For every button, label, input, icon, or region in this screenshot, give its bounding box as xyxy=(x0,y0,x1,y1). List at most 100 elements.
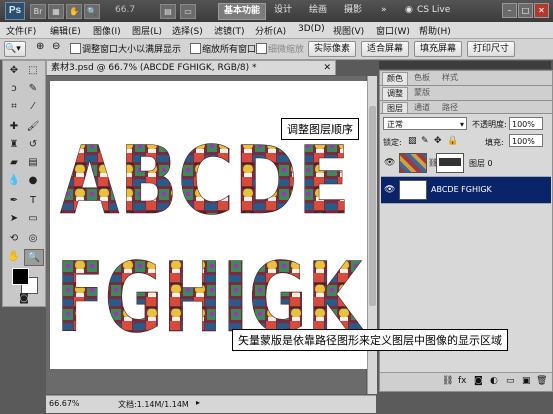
tool-preset-picker[interactable]: 🔍▾ xyxy=(4,41,26,57)
menu-3d[interactable]: 3D(D) xyxy=(298,24,325,34)
pen-tool-icon[interactable]: ✒ xyxy=(5,193,23,208)
opacity-field[interactable]: 100% xyxy=(509,117,543,130)
cslive-label[interactable]: CS Live xyxy=(412,3,455,18)
lasso-tool-icon[interactable]: ↄ xyxy=(5,81,23,96)
resize-windows-checkbox[interactable] xyxy=(70,43,81,54)
visibility-eye-icon[interactable]: 👁 xyxy=(384,185,395,195)
quick-mask-icon[interactable]: ◙ xyxy=(15,291,33,306)
document-title: 素材3.psd @ 66.7% (ABCDE FGHIGK, RGB/8) * xyxy=(51,63,257,73)
menu-analysis[interactable]: 分析(A) xyxy=(255,24,286,37)
title-bar: Ps Br ▦ ✋ 🔍 66.7 ▤ ▭ 基本功能 设计 绘画 摄影 » ◉ C… xyxy=(0,0,553,22)
new-layer-icon[interactable]: ▣ xyxy=(522,376,531,386)
brush-tool-icon[interactable]: 🖌 xyxy=(24,119,42,134)
visibility-eye-icon[interactable]: 👁 xyxy=(384,158,395,168)
lock-image-icon[interactable]: ✎ xyxy=(421,136,429,146)
adjustment-layer-icon[interactable]: ◐ xyxy=(490,376,498,386)
lock-all-icon[interactable]: 🔒 xyxy=(447,136,458,146)
menu-bar: 文件(F) 编辑(E) 图像(I) 图层(L) 选择(S) 滤镜(T) 分析(A… xyxy=(0,22,553,39)
zoom-icon[interactable]: 🔍 xyxy=(84,4,100,19)
new-group-icon[interactable]: ▭ xyxy=(506,376,515,386)
options-bar: 🔍▾ ⊕ ⊖ 调整窗口大小以满屏显示 缩放所有窗口 细微缩放 实际像素 适合屏幕… xyxy=(0,39,553,60)
document-tab[interactable]: 素材3.psd @ 66.7% (ABCDE FGHIGK, RGB/8) * … xyxy=(46,60,336,75)
layer-name[interactable]: ABCDE FGHIGK xyxy=(431,185,492,194)
layer-row-text[interactable]: 👁 ABCDE FGHIGK xyxy=(381,177,551,204)
menu-window[interactable]: 窗口(W) xyxy=(376,24,410,37)
workspace-essentials-button[interactable]: 基本功能 xyxy=(218,3,267,20)
workspace-design-button[interactable]: 设计 xyxy=(269,3,297,18)
path-select-tool-icon[interactable]: ➤ xyxy=(5,211,23,226)
type-tool-icon[interactable]: T xyxy=(24,193,42,208)
foreground-color-swatch[interactable] xyxy=(12,268,29,285)
zoom-all-windows-label: 缩放所有窗口 xyxy=(202,45,257,55)
tab-adjustments[interactable]: 调整 xyxy=(382,87,408,100)
fill-screen-button[interactable]: 填充屏幕 xyxy=(414,41,463,57)
quick-select-tool-icon[interactable]: ✎ xyxy=(24,81,42,96)
add-mask-icon[interactable]: ◙ xyxy=(474,376,483,386)
zoom-in-icon[interactable]: ⊕ xyxy=(36,41,44,52)
3d-orbit-tool-icon[interactable]: ◎ xyxy=(24,231,42,246)
bridge-icon[interactable]: Br xyxy=(30,4,46,19)
scrubby-zoom-checkbox[interactable] xyxy=(256,43,267,54)
mask-shape xyxy=(439,158,461,166)
minibridge-icon[interactable]: ▦ xyxy=(48,4,64,19)
arrange-documents-icon[interactable]: ▤ xyxy=(160,4,176,19)
link-layers-icon[interactable]: ⛓ xyxy=(442,376,453,386)
menu-help[interactable]: 帮助(H) xyxy=(419,24,451,37)
zoom-level[interactable]: 66.7 xyxy=(115,4,155,17)
gradient-tool-icon[interactable]: ▤ xyxy=(24,155,42,170)
hand-icon[interactable]: ✋ xyxy=(66,4,82,19)
tab-swatches[interactable]: 色板 xyxy=(410,72,434,84)
crop-tool-icon[interactable]: ⌗ xyxy=(5,99,23,114)
workspace-photography-button[interactable]: 摄影 xyxy=(339,3,367,18)
menu-file[interactable]: 文件(F) xyxy=(6,24,36,37)
menu-edit[interactable]: 编辑(E) xyxy=(50,24,81,37)
lock-transparent-icon[interactable]: ▨ xyxy=(408,136,417,146)
hand-tool-icon[interactable]: ✋ xyxy=(5,249,23,264)
panel-collapse-bar[interactable] xyxy=(379,61,551,69)
maximize-icon[interactable]: □ xyxy=(518,3,533,18)
clone-stamp-tool-icon[interactable]: ♜ xyxy=(5,137,23,152)
zoom-out-icon[interactable]: ⊖ xyxy=(52,41,60,52)
eraser-tool-icon[interactable]: ▰ xyxy=(5,155,23,170)
layer-style-icon[interactable]: fx xyxy=(458,376,467,386)
move-tool-icon[interactable]: ✥ xyxy=(5,63,23,78)
layer-row-layer0[interactable]: 👁 ⛓ 图层 0 xyxy=(381,150,551,177)
eyedropper-tool-icon[interactable]: ⁄ xyxy=(24,99,42,114)
shape-tool-icon[interactable]: ▭ xyxy=(24,211,42,226)
dodge-tool-icon[interactable]: ● xyxy=(24,173,42,188)
menu-select[interactable]: 选择(S) xyxy=(172,24,203,37)
fill-field[interactable]: 100% xyxy=(509,134,543,147)
marquee-tool-icon[interactable]: ⬚ xyxy=(24,63,42,78)
history-brush-tool-icon[interactable]: ↺ xyxy=(24,137,42,152)
healing-brush-tool-icon[interactable]: ✚ xyxy=(5,119,23,134)
close-document-icon[interactable]: ✕ xyxy=(323,61,331,76)
layer-mask-thumbnail[interactable] xyxy=(436,153,464,173)
lock-position-icon[interactable]: ✥ xyxy=(434,136,442,146)
fit-screen-button[interactable]: 适合屏幕 xyxy=(361,41,410,57)
workspace-painting-button[interactable]: 绘画 xyxy=(304,3,332,18)
screen-mode-icon[interactable]: ▭ xyxy=(180,4,196,19)
callout-vector-mask: 矢量蒙版是依靠路径图形来定义图层中图像的显示区域 xyxy=(232,329,508,351)
workspace-more-button[interactable]: » xyxy=(376,3,392,18)
close-icon[interactable]: ✕ xyxy=(534,3,549,18)
3d-rotate-tool-icon[interactable]: ⟲ xyxy=(5,231,23,246)
tab-color[interactable]: 颜色 xyxy=(382,72,408,85)
tab-masks[interactable]: 蒙版 xyxy=(410,87,434,99)
menu-image[interactable]: 图像(I) xyxy=(93,24,121,37)
tab-styles[interactable]: 样式 xyxy=(438,72,462,84)
status-zoom[interactable]: 66.67% xyxy=(49,399,80,408)
layer-name[interactable]: 图层 0 xyxy=(469,158,493,169)
menu-view[interactable]: 视图(V) xyxy=(333,24,364,37)
menu-layer[interactable]: 图层(L) xyxy=(132,24,162,37)
actual-pixels-button[interactable]: 实际像素 xyxy=(308,41,357,57)
status-menu-icon[interactable]: ▸ xyxy=(196,398,200,407)
blur-tool-icon[interactable]: 💧 xyxy=(5,173,23,188)
print-size-button[interactable]: 打印尺寸 xyxy=(467,41,516,57)
scroll-thumb[interactable] xyxy=(369,106,376,306)
delete-layer-icon[interactable]: 🗑 xyxy=(536,376,547,386)
menu-filter[interactable]: 滤镜(T) xyxy=(214,24,245,37)
zoom-all-windows-checkbox[interactable] xyxy=(190,43,201,54)
minimize-icon[interactable]: – xyxy=(502,3,517,18)
zoom-tool-icon[interactable]: 🔍 xyxy=(24,249,44,266)
blend-mode-select[interactable]: 正常 ▾ xyxy=(383,117,467,130)
